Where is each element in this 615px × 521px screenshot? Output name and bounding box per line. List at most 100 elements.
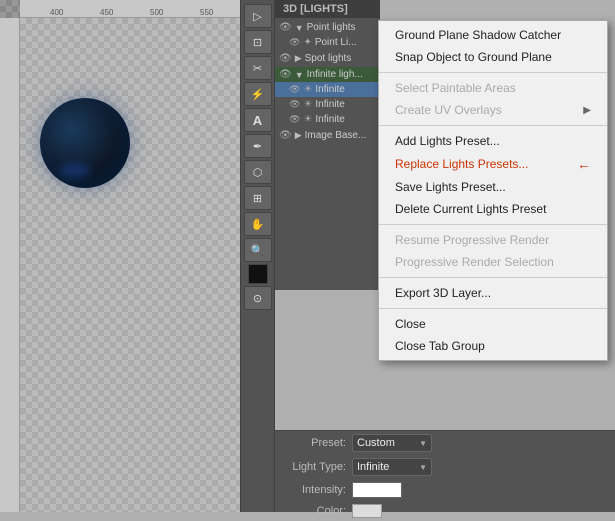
tool-select[interactable]: ⊡ bbox=[244, 30, 272, 54]
infinite-icon-2: ☀ bbox=[303, 99, 312, 110]
menu-separator-4 bbox=[379, 277, 607, 278]
light-group-point: 👁 ▼ Point lights 👁 ✦ Point Li... bbox=[275, 20, 380, 50]
eye-icon-point: 👁 bbox=[279, 22, 292, 33]
menu-label-snap-object: Snap Object to Ground Plane bbox=[395, 50, 552, 64]
context-menu: Ground Plane Shadow Catcher Snap Object … bbox=[378, 20, 608, 361]
bottom-panel: Preset: Custom ▼ Light Type: Infinite ▼ … bbox=[275, 430, 615, 512]
expand-arrow-spot: ▶ bbox=[295, 53, 302, 64]
tool-shape[interactable]: ⬡ bbox=[244, 160, 272, 184]
preset-value: Custom bbox=[357, 437, 395, 449]
menu-create-uv: Create UV Overlays ▶ bbox=[379, 99, 607, 121]
light-type-dropdown[interactable]: Infinite ▼ bbox=[352, 458, 432, 476]
expand-arrow-image: ▶ bbox=[295, 130, 302, 141]
preset-label: Preset: bbox=[281, 437, 346, 449]
light-item-point[interactable]: 👁 ✦ Point Li... bbox=[275, 35, 380, 50]
3d-sphere bbox=[40, 98, 130, 188]
eye-icon-i1: 👁 bbox=[289, 84, 300, 95]
submenu-arrow-icon: ▶ bbox=[583, 105, 591, 116]
group-label-spot: Spot lights bbox=[305, 53, 352, 64]
menu-save-lights-preset[interactable]: Save Lights Preset... bbox=[379, 176, 607, 198]
canvas-area: 400 450 500 550 bbox=[0, 0, 240, 512]
color-row: Color: bbox=[275, 501, 615, 521]
menu-separator-2 bbox=[379, 125, 607, 126]
menu-label-export-3d: Export 3D Layer... bbox=[395, 286, 491, 300]
menu-delete-lights-preset[interactable]: Delete Current Lights Preset bbox=[379, 198, 607, 220]
infinite-label-3: Infinite bbox=[315, 114, 344, 125]
point-icon: ✦ bbox=[303, 37, 311, 48]
light-group-header-point[interactable]: 👁 ▼ Point lights bbox=[275, 20, 380, 35]
menu-snap-object[interactable]: Snap Object to Ground Plane bbox=[379, 46, 607, 68]
preset-row: Preset: Custom ▼ bbox=[275, 431, 615, 455]
light-item-infinite-2[interactable]: 👁 ☀ Infinite bbox=[275, 97, 380, 112]
arrow-indicator-icon: ← bbox=[577, 156, 591, 172]
menu-export-3d[interactable]: Export 3D Layer... bbox=[379, 282, 607, 304]
tool-magic[interactable]: ⚡ bbox=[244, 82, 272, 106]
light-type-label: Light Type: bbox=[281, 461, 346, 473]
eye-icon-i2: 👁 bbox=[289, 99, 300, 110]
menu-label-add-lights-preset: Add Lights Preset... bbox=[395, 134, 500, 148]
menu-label-create-uv: Create UV Overlays bbox=[395, 103, 502, 117]
light-group-header-infinite[interactable]: 👁 ▼ Infinite ligh... bbox=[275, 67, 380, 82]
light-type-value: Infinite bbox=[357, 461, 389, 473]
preset-dropdown[interactable]: Custom ▼ bbox=[352, 434, 432, 452]
menu-resume-render: Resume Progressive Render bbox=[379, 229, 607, 251]
menu-separator-5 bbox=[379, 308, 607, 309]
menu-add-lights-preset[interactable]: Add Lights Preset... bbox=[379, 130, 607, 152]
eye-icon-image: 👁 bbox=[279, 130, 292, 141]
ruler-top: 400 450 500 550 bbox=[20, 0, 240, 18]
group-label-image: Image Base... bbox=[305, 130, 367, 141]
color-label: Color: bbox=[281, 505, 346, 517]
tool-hand[interactable]: ✋ bbox=[244, 212, 272, 236]
menu-label-ground-plane-shadow: Ground Plane Shadow Catcher bbox=[395, 28, 561, 42]
menu-close-tab-group[interactable]: Close Tab Group bbox=[379, 335, 607, 357]
menu-label-progressive-render: Progressive Render Selection bbox=[395, 255, 554, 269]
menu-label-save-lights-preset: Save Lights Preset... bbox=[395, 180, 506, 194]
group-label-point: Point lights bbox=[307, 22, 356, 33]
tool-color[interactable] bbox=[248, 264, 268, 284]
ruler-tick: 400 bbox=[50, 8, 63, 17]
light-group-header-spot[interactable]: 👁 ▶ Spot lights bbox=[275, 51, 380, 66]
preset-chevron-icon: ▼ bbox=[419, 439, 427, 448]
menu-label-close-tab-group: Close Tab Group bbox=[395, 339, 485, 353]
tool-text[interactable]: A bbox=[244, 108, 272, 132]
eye-icon-spot: 👁 bbox=[279, 53, 292, 64]
light-group-infinite: 👁 ▼ Infinite ligh... 👁 ☀ Infinite 👁 ☀ In… bbox=[275, 67, 380, 127]
menu-ground-plane-shadow[interactable]: Ground Plane Shadow Catcher bbox=[379, 24, 607, 46]
menu-label-close: Close bbox=[395, 317, 426, 331]
menu-close[interactable]: Close bbox=[379, 313, 607, 335]
intensity-input[interactable] bbox=[352, 482, 402, 498]
ruler-tick: 450 bbox=[100, 8, 113, 17]
canvas-content bbox=[20, 18, 240, 512]
panel-tab-header: 3D [LIGHTS] bbox=[275, 0, 380, 18]
tool-eyedrop[interactable]: ⊙ bbox=[244, 286, 272, 310]
light-item-infinite-1[interactable]: 👁 ☀ Infinite bbox=[275, 82, 380, 97]
infinite-icon-1: ☀ bbox=[303, 84, 312, 95]
light-group-spot: 👁 ▶ Spot lights bbox=[275, 51, 380, 66]
tool-crop[interactable]: ✂ bbox=[244, 56, 272, 80]
light-type-row: Light Type: Infinite ▼ bbox=[275, 455, 615, 479]
menu-replace-lights-presets[interactable]: Replace Lights Presets... ← bbox=[379, 152, 607, 176]
tool-move[interactable]: ▷ bbox=[244, 4, 272, 28]
menu-label-replace-lights-presets: Replace Lights Presets... bbox=[395, 157, 528, 171]
eye-icon: 👁 bbox=[289, 37, 300, 48]
menu-label-select-paintable: Select Paintable Areas bbox=[395, 81, 516, 95]
color-swatch[interactable] bbox=[352, 504, 382, 518]
expand-arrow-point: ▼ bbox=[295, 23, 304, 33]
light-group-header-image[interactable]: 👁 ▶ Image Base... bbox=[275, 128, 380, 143]
menu-select-paintable: Select Paintable Areas bbox=[379, 77, 607, 99]
menu-label-resume-render: Resume Progressive Render bbox=[395, 233, 549, 247]
lights-list: 👁 ▼ Point lights 👁 ✦ Point Li... 👁 ▶ Spo… bbox=[275, 18, 380, 146]
tool-3d[interactable]: ⊞ bbox=[244, 186, 272, 210]
tool-zoom[interactable]: 🔍 bbox=[244, 238, 272, 262]
tool-pen[interactable]: ✒ bbox=[244, 134, 272, 158]
light-group-image: 👁 ▶ Image Base... bbox=[275, 128, 380, 143]
menu-separator-3 bbox=[379, 224, 607, 225]
light-type-chevron-icon: ▼ bbox=[419, 463, 427, 472]
light-item-infinite-3[interactable]: 👁 ☀ Infinite bbox=[275, 112, 380, 127]
ruler-tick: 550 bbox=[200, 8, 213, 17]
toolbar-panel: ▷ ⊡ ✂ ⚡ A ✒ ⬡ ⊞ ✋ 🔍 ⊙ bbox=[240, 0, 275, 512]
menu-progressive-render: Progressive Render Selection bbox=[379, 251, 607, 273]
lights-panel: 3D [LIGHTS] 👁 ▼ Point lights 👁 ✦ Point L… bbox=[275, 0, 380, 290]
menu-label-delete-lights-preset: Delete Current Lights Preset bbox=[395, 202, 546, 216]
group-label-infinite: Infinite ligh... bbox=[307, 69, 363, 80]
